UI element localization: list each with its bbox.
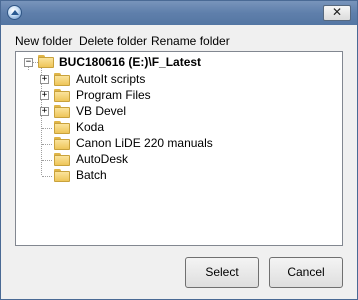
tree-item[interactable]: Batch xyxy=(16,167,342,184)
cancel-button[interactable]: Cancel xyxy=(269,257,343,288)
close-button[interactable]: ✕ xyxy=(323,5,351,21)
tree-line xyxy=(42,176,52,177)
folder-icon xyxy=(54,105,70,118)
title-bar[interactable]: ✕ xyxy=(1,1,357,25)
tree-item[interactable]: + Program Files xyxy=(16,87,342,104)
tree-root[interactable]: − BUC180616 (E:)\F_Latest xyxy=(16,54,342,71)
tree-line xyxy=(42,128,52,129)
folder-icon xyxy=(54,169,70,182)
tree-root-label: BUC180616 (E:)\F_Latest xyxy=(59,55,202,69)
tree-item-label: Canon LiDE 220 manuals xyxy=(76,136,213,150)
menu-bar: New folder Delete folder Rename folder xyxy=(1,33,357,51)
expand-icon[interactable]: + xyxy=(40,75,49,84)
menu-delete-folder[interactable]: Delete folder xyxy=(79,34,147,48)
app-icon xyxy=(7,5,22,20)
menu-rename-folder[interactable]: Rename folder xyxy=(151,34,230,48)
tree-item[interactable]: Koda xyxy=(16,119,342,136)
menu-new-folder[interactable]: New folder xyxy=(15,34,72,48)
expand-icon[interactable]: + xyxy=(40,107,49,116)
folder-icon xyxy=(54,153,70,166)
tree-item[interactable]: Canon LiDE 220 manuals xyxy=(16,135,342,152)
tree-item-label: Koda xyxy=(76,120,105,134)
tree-item[interactable]: + AutoIt scripts xyxy=(16,71,342,88)
tree-item-label: Batch xyxy=(76,168,107,182)
expand-icon[interactable]: + xyxy=(40,91,49,100)
folder-browser-window: ✕ New folder Delete folder Rename folder… xyxy=(0,0,358,300)
tree-line xyxy=(42,144,52,145)
folder-icon xyxy=(54,73,70,86)
tree-item-label: VB Devel xyxy=(76,104,127,118)
tree-line xyxy=(42,160,52,161)
tree-item[interactable]: + VB Devel xyxy=(16,103,342,120)
select-button[interactable]: Select xyxy=(185,257,259,288)
collapse-icon[interactable]: − xyxy=(24,58,33,67)
folder-icon xyxy=(54,121,70,134)
tree-item-label: AutoDesk xyxy=(76,152,129,166)
folder-icon xyxy=(54,89,70,102)
tree-item[interactable]: AutoDesk xyxy=(16,151,342,168)
tree-item-label: Program Files xyxy=(76,88,151,102)
folder-icon xyxy=(54,137,70,150)
close-icon: ✕ xyxy=(331,5,343,19)
folder-tree[interactable]: − BUC180616 (E:)\F_Latest + AutoIt scrip… xyxy=(15,51,343,246)
tree-item-label: AutoIt scripts xyxy=(76,72,146,86)
folder-icon xyxy=(38,55,54,68)
